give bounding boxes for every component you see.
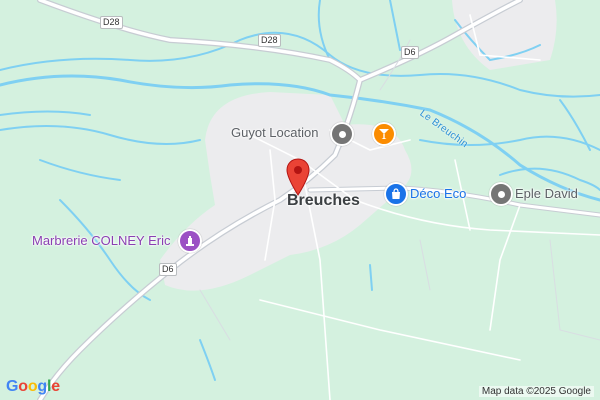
logo-letter: G — [6, 378, 19, 395]
logo-letter: e — [51, 378, 60, 395]
monument-icon[interactable] — [178, 229, 202, 253]
poi-deco-eco-label[interactable]: Déco Eco — [410, 186, 466, 201]
poi-guyot-location-label[interactable]: Guyot Location — [231, 125, 318, 140]
road-shield-d28-west: D28 — [100, 16, 123, 29]
logo-letter: g — [37, 378, 47, 395]
road-shield-d6-north: D6 — [401, 46, 419, 59]
map-canvas[interactable]: D28 D28 D6 D6 Le Breuchin Guyot Location… — [0, 0, 600, 400]
logo-letter: o — [27, 378, 38, 395]
map-attribution[interactable]: Map data ©2025 Google — [478, 386, 594, 397]
circle-poi-icon[interactable] — [330, 122, 354, 146]
poi-marbrerie-label[interactable]: Marbrerie COLNEY Eric — [32, 233, 170, 248]
poi-eple-david-label[interactable]: Eple David — [515, 186, 578, 201]
logo-letter: o — [18, 378, 28, 395]
circle-poi-icon[interactable] — [489, 182, 513, 206]
google-logo: Google — [6, 378, 60, 396]
road-shield-d6-south: D6 — [159, 263, 177, 276]
red-location-marker-icon[interactable] — [286, 158, 310, 196]
cocktail-icon[interactable] — [372, 122, 396, 146]
road-shield-d28-east: D28 — [258, 34, 281, 47]
shopping-bag-icon[interactable] — [384, 182, 408, 206]
